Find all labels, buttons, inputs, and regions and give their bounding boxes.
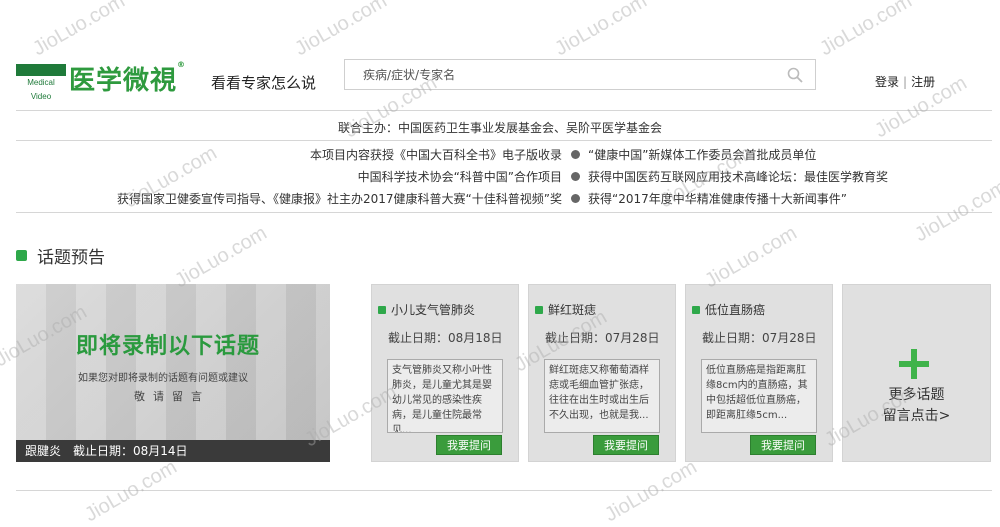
plus-icon [899, 349, 929, 379]
topic-card[interactable]: 小儿支气管肺炎 截止日期：08月18日 支气管肺炎又称小叶性肺炎，是儿童尤其是婴… [371, 284, 519, 462]
card-title: 小儿支气管肺炎 [378, 301, 475, 318]
site-logo[interactable]: Medical Video 医学微視® [16, 60, 186, 104]
logo-name: 医学微視 [69, 66, 178, 96]
logo-badge: Medical Video [16, 63, 66, 104]
more-topics-card[interactable]: 更多话题 留言点击> [842, 284, 991, 462]
watermark: JioLuo.com [171, 221, 271, 293]
topic-card[interactable]: 鲜红斑痣 截止日期：07月28日 鲜红斑痣又称葡萄酒样痣或毛细血管扩张痣，往往在… [528, 284, 676, 462]
search-input[interactable] [345, 60, 775, 89]
ask-question-button[interactable]: 我要提问 [750, 435, 816, 455]
card-marker-icon [535, 305, 543, 314]
logo-registered-mark: ® [177, 60, 187, 69]
banner-topic: 跟腱炎 [25, 444, 62, 458]
login-link[interactable]: 登录 [875, 75, 899, 89]
watermark: JioLuo.com [81, 455, 181, 527]
auth-separator: | [903, 75, 908, 89]
section-title-text: 话题预告 [37, 248, 105, 268]
more-topics-line2: 留言点击> [882, 408, 951, 424]
card-title-text: 鲜红斑痣 [548, 303, 597, 317]
watermark: JioLuo.com [601, 455, 701, 527]
more-topics-text: 更多话题 留言点击> [843, 385, 990, 427]
banner-subline: 如果您对即将录制的话题有问题或建议 [78, 373, 248, 384]
section-title: 话题预告 [16, 243, 105, 268]
watermark: JioLuo.com [29, 0, 129, 61]
watermark: JioLuo.com [551, 0, 651, 61]
watermark: JioLuo.com [291, 0, 391, 61]
honor-row: 本项目内容获授《中国大百科全书》电子版收录 “健康中国”新媒体工作委员会首批成员… [0, 146, 1000, 166]
honor-left: 本项目内容获授《中国大百科全书》电子版收录 [309, 148, 562, 162]
bullet-dot-icon [571, 194, 580, 203]
register-link[interactable]: 注册 [911, 75, 935, 89]
logo-small-text: Medical Video [16, 75, 66, 104]
section-marker-icon [16, 250, 27, 261]
banner-deadline: 截止日期：08月14日 [73, 444, 188, 458]
card-title: 低位直肠癌 [692, 301, 765, 318]
honor-right: 获得中国医药互联网应用技术高峰论坛：最佳医学教育奖 [588, 170, 889, 184]
honor-left: 获得国家卫健委宣传司指导、《健康报》社主办2017健康科普大赛“十佳科普视频”奖 [117, 192, 562, 206]
card-marker-icon [378, 305, 386, 314]
featured-topic-banner[interactable]: 即将录制以下话题 如果您对即将录制的话题有问题或建议 敬请留言 跟腱炎 截止日期：… [16, 284, 330, 462]
card-description: 鲜红斑痣又称葡萄酒样痣或毛细血管扩张痣，往往在出生时或出生后不久出现，也就是我.… [544, 359, 660, 433]
banner-footer: 跟腱炎 截止日期：08月14日 [16, 440, 330, 462]
bullet-dot-icon [571, 150, 580, 159]
header-divider [16, 110, 992, 111]
card-deadline: 截止日期：08月18日 [388, 331, 503, 345]
honors-divider [16, 212, 992, 213]
card-description: 支气管肺炎又称小叶性肺炎，是儿童尤其是婴幼儿常见的感染性疾病，是儿童住院最常见.… [387, 359, 503, 433]
banner-subline-2: 敬请留言 [134, 390, 210, 403]
topic-card[interactable]: 低位直肠癌 截止日期：07月28日 低位直肠癌是指距离肛缘8cm内的直肠癌，其中… [685, 284, 833, 462]
site-slogan: 看看专家怎么说 [211, 74, 317, 92]
card-deadline: 截止日期：07月28日 [545, 331, 660, 345]
bullet-dot-icon [571, 172, 580, 181]
honor-right: “健康中国”新媒体工作委员会首批成员单位 [588, 148, 817, 162]
card-description: 低位直肠癌是指距离肛缘8cm内的直肠癌，其中包括超低位直肠癌，即距离肛缘5cm.… [701, 359, 817, 433]
honor-right: 获得“2017年度中华精准健康传播十大新闻事件” [588, 192, 847, 206]
hosts-divider [16, 140, 992, 141]
watermark: JioLuo.com [816, 0, 916, 61]
honor-row: 获得国家卫健委宣传司指导、《健康报》社主办2017健康科普大赛“十佳科普视频”奖… [0, 190, 1000, 210]
card-deadline: 截止日期：07月28日 [702, 331, 817, 345]
honor-row: 中国科学技术协会“科普中国”合作项目 获得中国医药互联网应用技术高峰论坛：最佳医… [0, 168, 1000, 188]
ask-question-button[interactable]: 我要提问 [436, 435, 502, 455]
search-box[interactable] [344, 59, 816, 90]
bottom-divider [16, 490, 992, 491]
card-title: 鲜红斑痣 [535, 301, 596, 318]
search-icon[interactable] [787, 67, 803, 83]
banner-headline: 即将录制以下话题 [76, 334, 261, 359]
more-topics-line1: 更多话题 [888, 387, 945, 403]
logo-text: 医学微視® [69, 60, 186, 97]
card-title-text: 小儿支气管肺炎 [391, 303, 476, 317]
co-host-line: 联合主办：中国医药卫生事业发展基金会、吴阶平医学基金会 [337, 121, 662, 135]
ask-question-button[interactable]: 我要提问 [593, 435, 659, 455]
auth-links: 登录 | 注册 [875, 73, 935, 90]
card-marker-icon [692, 305, 700, 314]
card-title-text: 低位直肠癌 [705, 303, 766, 317]
honor-left: 中国科学技术协会“科普中国”合作项目 [357, 170, 562, 184]
watermark: JioLuo.com [701, 221, 801, 293]
